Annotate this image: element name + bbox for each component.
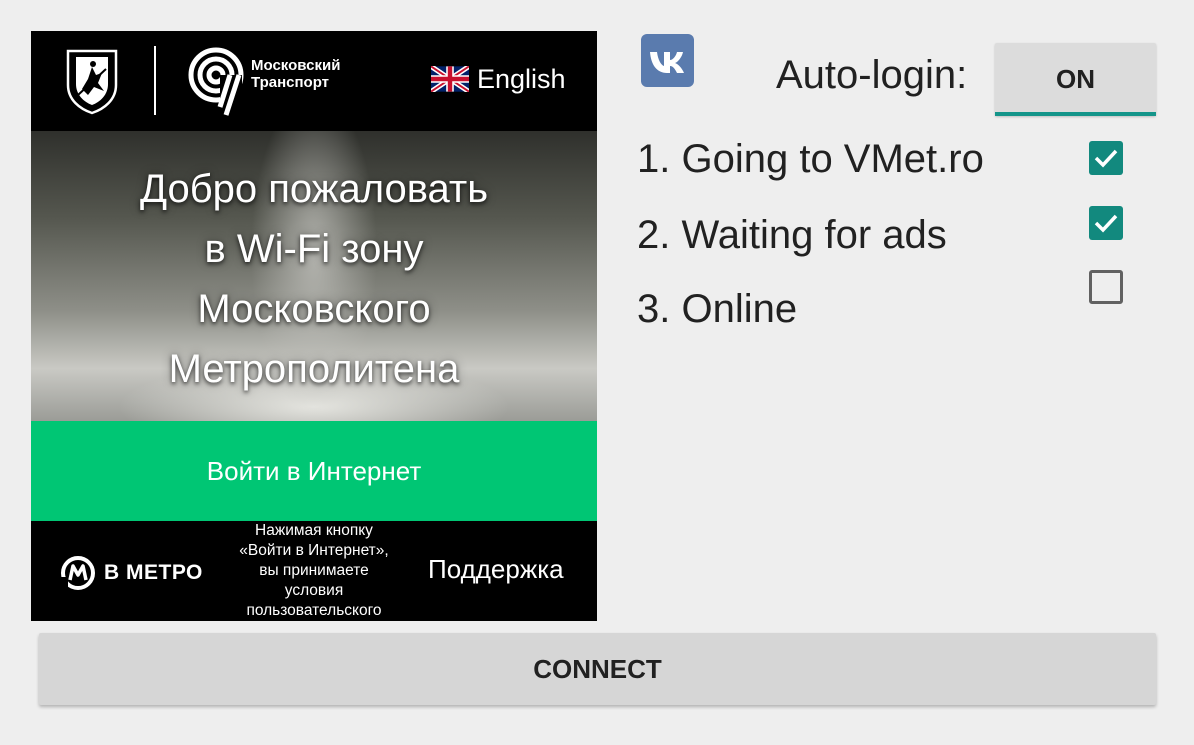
vmetro-label: В МЕТРО xyxy=(104,561,203,584)
step-3-checkbox[interactable] xyxy=(1089,270,1123,304)
moscow-transport-logo-icon xyxy=(188,47,244,117)
moscow-transport-brand-text: Московский Транспорт xyxy=(251,57,340,91)
toggle-active-indicator xyxy=(995,112,1156,116)
welcome-line-2: в Wi-Fi зону xyxy=(204,227,424,271)
autologin-toggle-button[interactable]: ON xyxy=(995,43,1156,116)
terms-line-2: «Войти в Интернет», xyxy=(239,542,389,559)
uk-flag-icon xyxy=(431,66,469,92)
step-1-label: 1. Going to VMet.ro xyxy=(637,137,984,181)
welcome-title: Добро пожаловать в Wi-Fi зону Московског… xyxy=(31,159,597,399)
connect-button[interactable]: CONNECT xyxy=(39,633,1156,705)
portal-footer: В МЕТРО Нажимая кнопку «Войти в Интернет… xyxy=(31,521,597,621)
autologin-label: Auto-login: xyxy=(776,53,968,97)
step-2-label: 2. Waiting for ads xyxy=(637,213,947,257)
language-label: English xyxy=(477,63,566,94)
portal-webview[interactable]: Московский Транспорт English Добро пожал… xyxy=(31,31,597,621)
terms-line-3: вы принимаете xyxy=(259,562,369,579)
welcome-line-4: Метрополитена xyxy=(168,347,460,391)
step-3-label: 3. Online xyxy=(637,287,798,331)
brand-text-line1: Московский xyxy=(251,57,341,74)
terms-line-1: Нажимая кнопку xyxy=(255,522,373,539)
autologin-toggle-label: ON xyxy=(1056,64,1095,94)
metro-m-icon xyxy=(60,556,95,591)
portal-header: Московский Транспорт English xyxy=(31,31,597,131)
terms-text: Нажимая кнопку «Войти в Интернет», вы пр… xyxy=(229,521,399,621)
welcome-line-3: Московского xyxy=(197,287,431,331)
moscow-coat-of-arms-icon xyxy=(66,49,118,115)
language-switch[interactable]: English xyxy=(431,63,566,95)
step-2-checkbox[interactable] xyxy=(1089,206,1123,240)
step-1-checkbox[interactable] xyxy=(1089,141,1123,175)
vmetro-logo[interactable]: В МЕТРО xyxy=(60,555,203,591)
terms-line-5[interactable]: пользовательского xyxy=(229,601,399,621)
welcome-hero: Добро пожаловать в Wi-Fi зону Московског… xyxy=(31,131,597,421)
login-internet-button[interactable]: Войти в Интернет xyxy=(31,421,597,521)
brand-text-line2: Транспорт xyxy=(251,74,330,91)
terms-line-4: условия xyxy=(284,582,344,599)
welcome-line-1: Добро пожаловать xyxy=(139,167,489,211)
vk-logo-icon[interactable] xyxy=(640,33,695,88)
header-divider xyxy=(154,46,156,115)
checkmark-icon xyxy=(1094,149,1118,168)
support-link[interactable]: Поддержка xyxy=(428,554,564,585)
checkmark-icon xyxy=(1094,214,1118,233)
